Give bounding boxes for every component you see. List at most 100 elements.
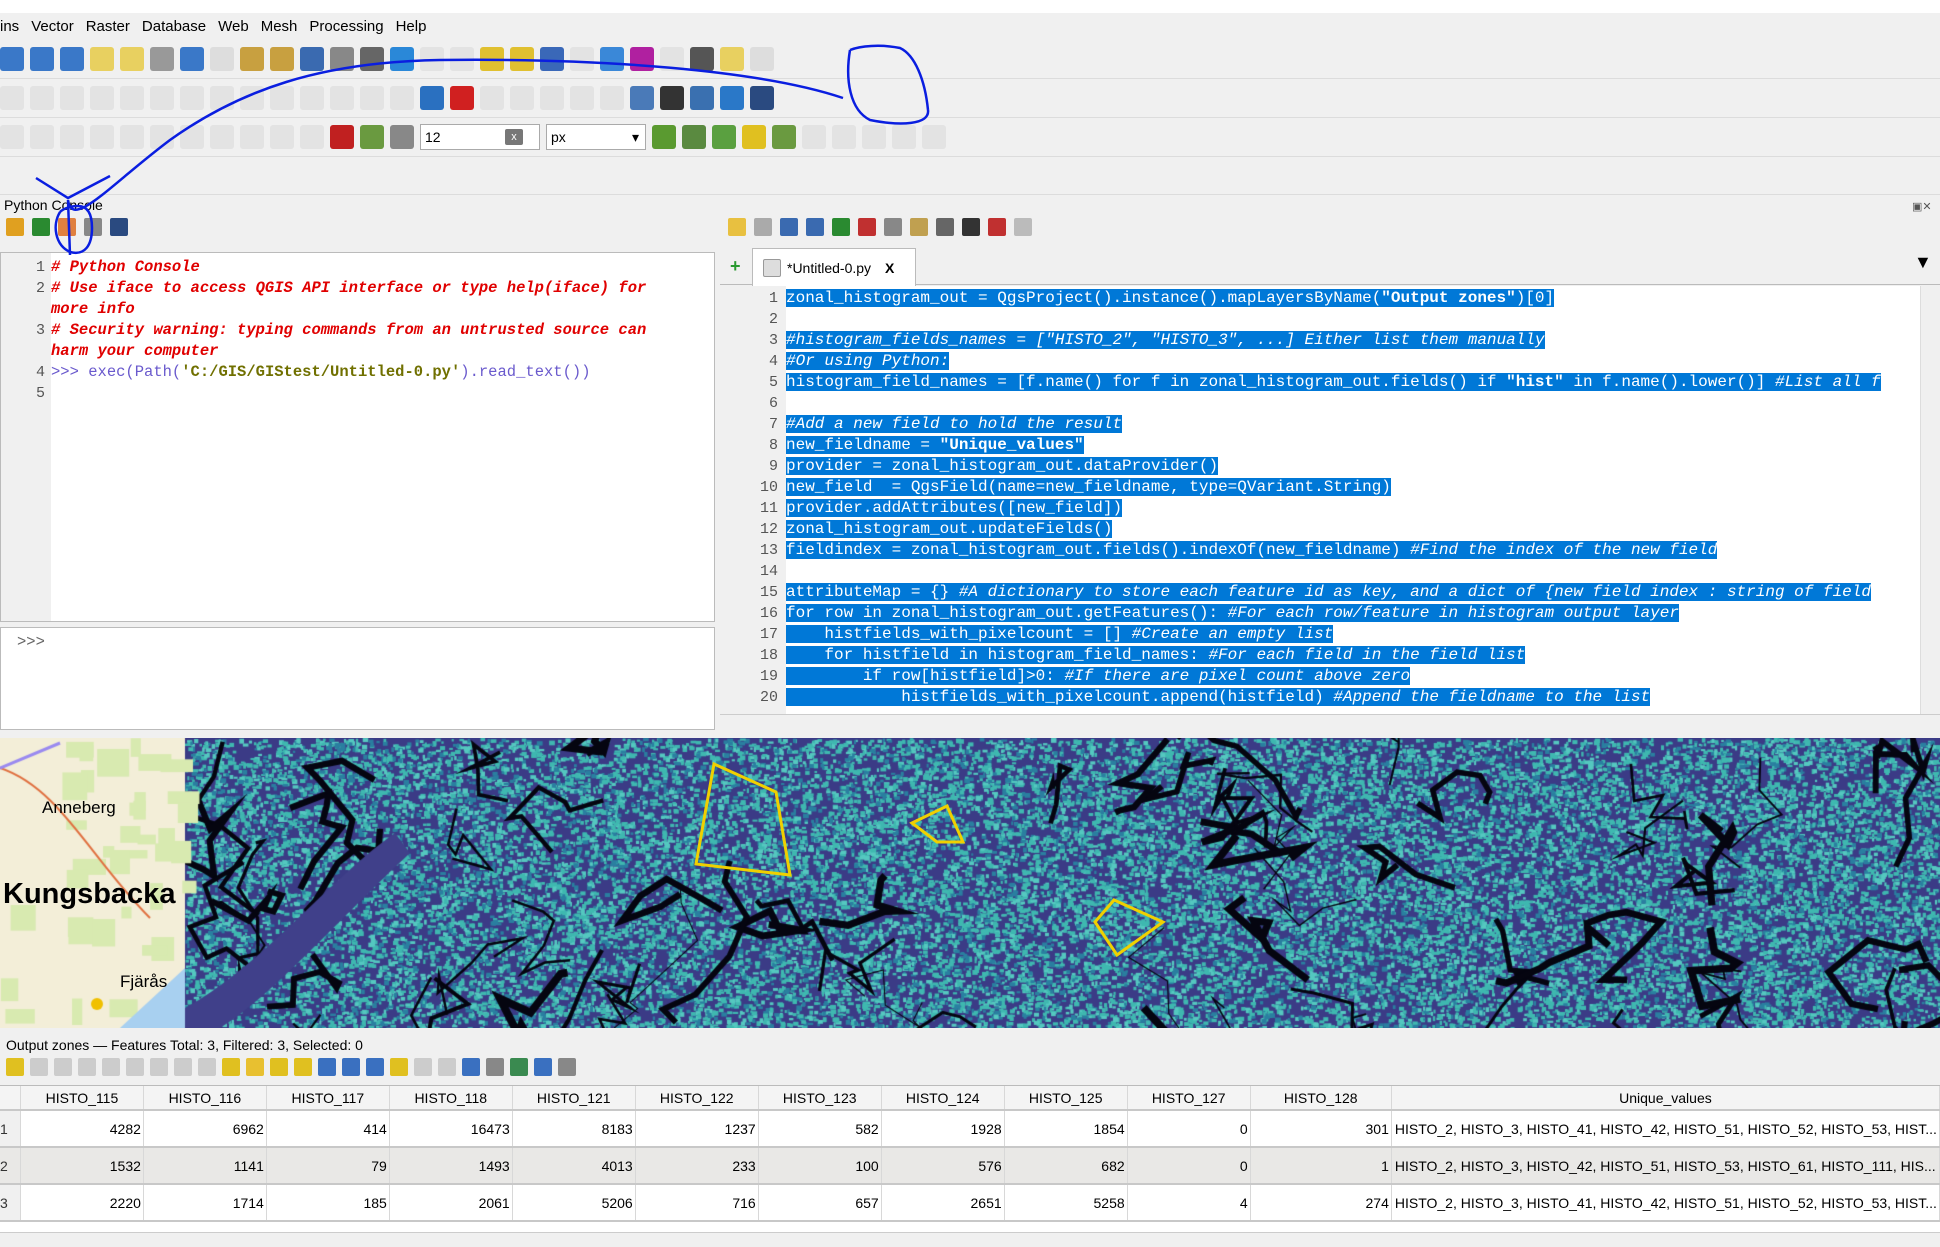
rotate-icon[interactable] bbox=[300, 125, 324, 149]
zone-polygon-2[interactable] bbox=[909, 803, 966, 844]
table-cell[interactable]: 6962 bbox=[143, 1110, 267, 1148]
add-ring-icon[interactable] bbox=[180, 125, 204, 149]
column-header-histo_117[interactable]: HISTO_117 bbox=[266, 1086, 390, 1111]
offset-icon[interactable] bbox=[120, 125, 144, 149]
table-cell[interactable]: 5258 bbox=[1004, 1184, 1128, 1222]
label-edit-icon[interactable] bbox=[600, 86, 624, 110]
table-cell[interactable]: 2651 bbox=[881, 1184, 1005, 1222]
new-field-icon[interactable] bbox=[414, 1058, 432, 1076]
identify-icon[interactable] bbox=[540, 47, 564, 71]
column-header-histo_115[interactable]: HISTO_115 bbox=[20, 1086, 144, 1111]
add-feature-icon[interactable] bbox=[102, 1058, 120, 1076]
select-all-icon[interactable] bbox=[246, 1058, 264, 1076]
refresh-icon[interactable] bbox=[390, 47, 414, 71]
new-map-view-icon[interactable] bbox=[300, 47, 324, 71]
table-cell[interactable]: 8183 bbox=[512, 1110, 636, 1148]
table-cell[interactable]: 1714 bbox=[143, 1184, 267, 1222]
clear-icon[interactable]: x bbox=[505, 129, 523, 145]
menu-vector[interactable]: Vector bbox=[31, 18, 74, 35]
advanced-digitize-icon[interactable] bbox=[0, 125, 24, 149]
table-cell[interactable]: 16473 bbox=[389, 1110, 513, 1148]
table-cell[interactable]: 0 bbox=[1127, 1147, 1251, 1185]
menu-database[interactable]: Database bbox=[142, 18, 206, 35]
db-manager-icon[interactable] bbox=[630, 86, 654, 110]
row-number[interactable]: 3 bbox=[0, 1184, 21, 1222]
row-number[interactable]: 2 bbox=[0, 1147, 21, 1185]
grass-icon[interactable] bbox=[720, 86, 744, 110]
table-horizontal-scrollbar[interactable] bbox=[0, 1232, 1940, 1247]
snap-vertex-icon[interactable] bbox=[360, 125, 384, 149]
editor-horizontal-scrollbar[interactable] bbox=[720, 714, 1940, 730]
table-cell[interactable]: 233 bbox=[635, 1147, 759, 1185]
label-abc-icon[interactable] bbox=[420, 86, 444, 110]
open-external-icon[interactable] bbox=[754, 218, 772, 236]
edit-pencil-icon[interactable] bbox=[0, 86, 24, 110]
select-expression-icon[interactable] bbox=[222, 1058, 240, 1076]
shape-digitize-5-icon[interactable] bbox=[922, 125, 946, 149]
delete-field-icon[interactable] bbox=[438, 1058, 456, 1076]
open-script-icon[interactable] bbox=[728, 218, 746, 236]
help-book-icon[interactable] bbox=[110, 218, 128, 236]
find-icon[interactable] bbox=[936, 218, 954, 236]
attribute-table-icon[interactable] bbox=[570, 47, 594, 71]
digitize-icon[interactable] bbox=[60, 86, 84, 110]
show-bookmarks-icon[interactable] bbox=[270, 47, 294, 71]
label-change-icon[interactable] bbox=[570, 86, 594, 110]
dock-icon[interactable] bbox=[534, 1058, 552, 1076]
table-cell[interactable]: 1928 bbox=[881, 1110, 1005, 1148]
menu-web[interactable]: Web bbox=[218, 18, 249, 35]
processing-toolbox-icon[interactable] bbox=[600, 47, 624, 71]
table-cell[interactable]: 576 bbox=[881, 1147, 1005, 1185]
snap-units-select[interactable]: px ▾ bbox=[546, 124, 646, 150]
save-edits-icon[interactable] bbox=[54, 1058, 72, 1076]
save-as-icon[interactable] bbox=[806, 218, 824, 236]
delete-feature-icon[interactable] bbox=[126, 1058, 144, 1076]
redo-icon[interactable] bbox=[330, 86, 354, 110]
show-editor-icon[interactable] bbox=[58, 218, 76, 236]
table-cell[interactable]: 0 bbox=[1127, 1110, 1251, 1148]
copy-icon[interactable] bbox=[240, 86, 264, 110]
zone-polygon-3[interactable] bbox=[1093, 898, 1166, 958]
merge-icon[interactable] bbox=[60, 125, 84, 149]
object-inspector-icon[interactable] bbox=[1014, 218, 1032, 236]
conditional-formatting-icon[interactable] bbox=[486, 1058, 504, 1076]
table-cell[interactable]: 79 bbox=[266, 1147, 390, 1185]
tab-list-dropdown-icon[interactable]: ▼ bbox=[1914, 252, 1932, 273]
intersection-icon[interactable] bbox=[712, 125, 736, 149]
editor-vertical-scrollbar[interactable] bbox=[1920, 286, 1940, 714]
table-cell[interactable]: HISTO_2, HISTO_3, HISTO_41, HISTO_42, HI… bbox=[1391, 1110, 1940, 1148]
cut-icon[interactable] bbox=[858, 218, 876, 236]
clear-console-icon[interactable] bbox=[6, 218, 24, 236]
reload-icon[interactable] bbox=[78, 1058, 96, 1076]
move-selection-top-icon[interactable] bbox=[342, 1058, 360, 1076]
invert-selection-icon[interactable] bbox=[270, 1058, 288, 1076]
new-tab-icon[interactable]: + bbox=[730, 256, 741, 277]
actions-icon[interactable] bbox=[510, 1058, 528, 1076]
deselect-icon[interactable] bbox=[450, 47, 474, 71]
label-move-icon[interactable] bbox=[480, 86, 504, 110]
metasearch-icon[interactable] bbox=[660, 86, 684, 110]
code-editor[interactable]: 1 zonal_histogram_out = QgsProject().inst… bbox=[720, 286, 1920, 714]
shape-digitize-3-icon[interactable] bbox=[862, 125, 886, 149]
paste-icon[interactable] bbox=[270, 86, 294, 110]
dock-float-close-icon[interactable]: ▣✕ bbox=[1912, 200, 1932, 213]
select-location-icon[interactable] bbox=[510, 47, 534, 71]
uncomment-icon[interactable] bbox=[988, 218, 1006, 236]
row-number[interactable]: 1 bbox=[0, 1110, 21, 1148]
zoom-layer-icon[interactable] bbox=[90, 47, 114, 71]
label-abc-red-icon[interactable] bbox=[450, 86, 474, 110]
toggle-editing-icon[interactable] bbox=[6, 1058, 24, 1076]
table-row[interactable]: 1 4282 6962 414 16473 8183 1237 582 1928 1854 0 301… bbox=[0, 1110, 1940, 1148]
shape-digitize-4-icon[interactable] bbox=[892, 125, 916, 149]
pin-label-icon[interactable] bbox=[390, 86, 414, 110]
zoom-next-icon[interactable] bbox=[210, 47, 234, 71]
column-header-histo_124[interactable]: HISTO_124 bbox=[881, 1086, 1005, 1111]
zoom-out-icon[interactable] bbox=[30, 47, 54, 71]
simplify-icon[interactable] bbox=[150, 125, 174, 149]
field-calculator-icon[interactable] bbox=[660, 47, 684, 71]
table-cell[interactable]: 1854 bbox=[1004, 1110, 1128, 1148]
table-cell[interactable]: 1141 bbox=[143, 1147, 267, 1185]
save-edits-icon[interactable] bbox=[30, 86, 54, 110]
cut-icon[interactable] bbox=[150, 1058, 168, 1076]
console-input[interactable]: >>> bbox=[0, 627, 715, 730]
